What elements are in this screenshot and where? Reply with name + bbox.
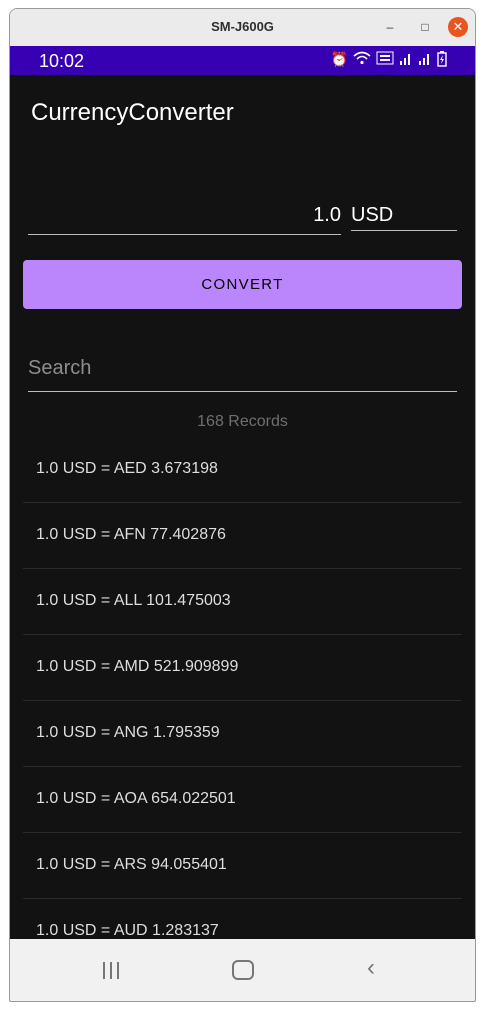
rates-list[interactable]: 1.0 USD = AED 3.673198 1.0 USD = AFN 77.… — [23, 437, 462, 939]
list-item[interactable]: 1.0 USD = AUD 1.283137 — [23, 899, 462, 939]
battery-icon — [437, 51, 447, 67]
rate-text: 1.0 USD = AOA 654.022501 — [36, 790, 236, 807]
window-title: SM-J600G — [211, 19, 274, 34]
phone-screen: 10:02 ⏰ CurrencyConverter 1.0 USD CONVER… — [10, 46, 475, 1001]
status-icons: ⏰ — [331, 51, 447, 68]
rate-text: 1.0 USD = AMD 521.909899 — [36, 658, 239, 675]
back-icon[interactable]: ‹ — [367, 954, 375, 982]
list-item[interactable]: 1.0 USD = ANG 1.795359 — [23, 701, 462, 767]
emulator-window: SM-J600G – □ ✕ 10:02 ⏰ CurrencyConverter… — [9, 8, 476, 1002]
rate-text: 1.0 USD = AED 3.673198 — [36, 460, 218, 477]
window-titlebar[interactable]: SM-J600G – □ ✕ — [10, 9, 475, 46]
records-count: 168 Records — [197, 413, 288, 430]
currency-value: USD — [351, 204, 394, 226]
recents-icon[interactable] — [103, 962, 119, 979]
volte-icon — [376, 51, 394, 65]
alarm-icon: ⏰ — [330, 51, 348, 67]
list-item[interactable]: 1.0 USD = ALL 101.475003 — [23, 569, 462, 635]
rate-text: 1.0 USD = ANG 1.795359 — [36, 724, 220, 741]
list-item[interactable]: 1.0 USD = AMD 521.909899 — [23, 635, 462, 701]
signal-icon — [419, 54, 429, 65]
signal-icon — [400, 54, 410, 65]
convert-button[interactable]: CONVERT — [23, 260, 462, 309]
close-button[interactable]: ✕ — [448, 17, 468, 37]
search-field[interactable] — [28, 346, 457, 392]
amount-value: 1.0 — [313, 204, 341, 226]
maximize-button[interactable]: □ — [415, 17, 435, 37]
home-icon[interactable] — [232, 960, 254, 980]
status-time: 10:02 — [39, 51, 85, 71]
rate-text: 1.0 USD = ARS 94.055401 — [36, 856, 227, 873]
rate-text: 1.0 USD = ALL 101.475003 — [36, 592, 231, 609]
amount-input[interactable]: 1.0 — [28, 196, 341, 235]
list-item[interactable]: 1.0 USD = AFN 77.402876 — [23, 503, 462, 569]
app-title: CurrencyConverter — [31, 99, 234, 126]
list-item[interactable]: 1.0 USD = ARS 94.055401 — [23, 833, 462, 899]
wifi-icon — [353, 51, 371, 65]
rate-text: 1.0 USD = AUD 1.283137 — [36, 922, 219, 939]
minimize-button[interactable]: – — [380, 17, 400, 37]
status-bar: 10:02 ⏰ — [10, 46, 475, 75]
search-input[interactable] — [28, 346, 457, 391]
list-item[interactable]: 1.0 USD = AED 3.673198 — [23, 437, 462, 503]
list-item[interactable]: 1.0 USD = AOA 654.022501 — [23, 767, 462, 833]
currency-input[interactable]: USD — [351, 196, 457, 231]
rate-text: 1.0 USD = AFN 77.402876 — [36, 526, 226, 543]
navigation-bar: ‹ — [10, 939, 475, 1001]
